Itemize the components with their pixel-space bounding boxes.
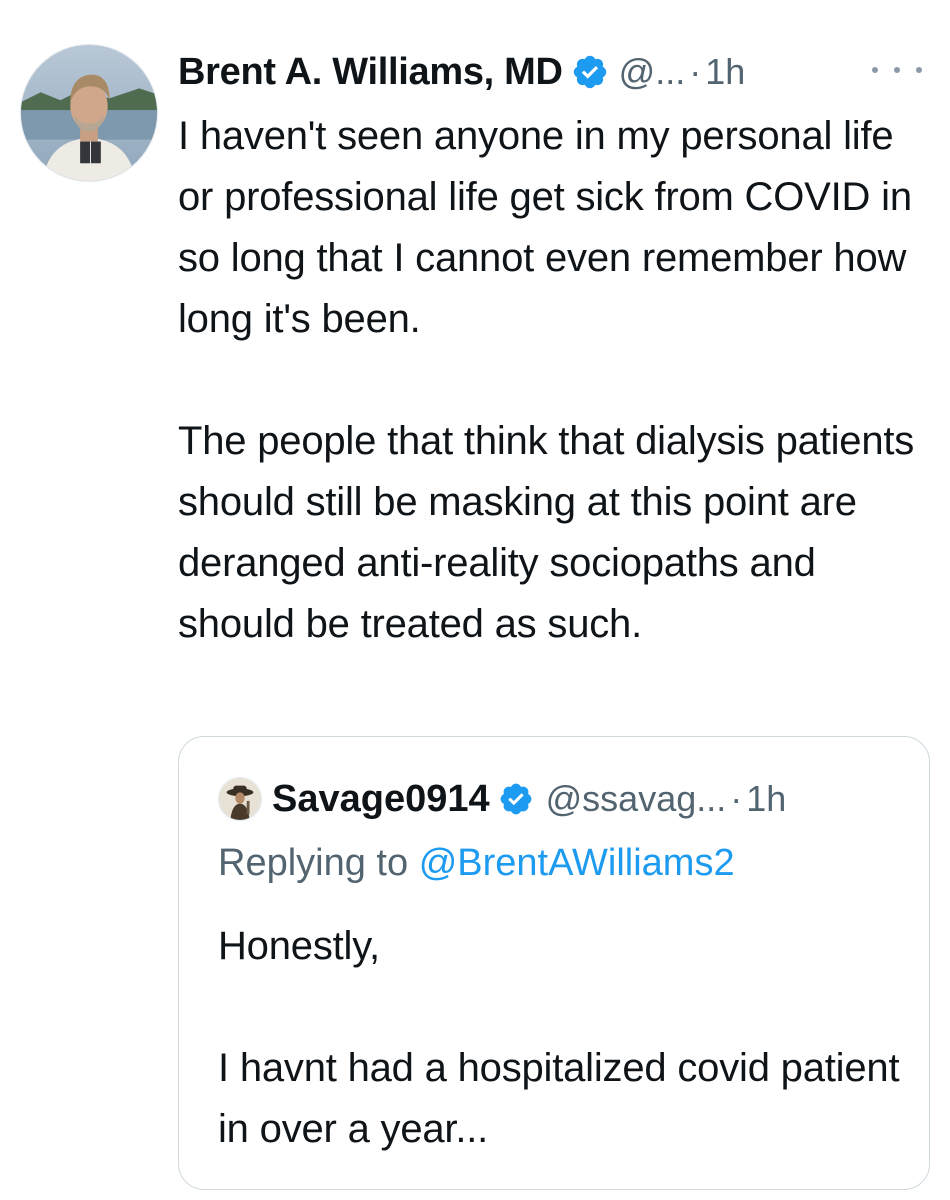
quoted-handle[interactable]: @ssavag...: [546, 778, 727, 820]
tweet[interactable]: Brent A. Williams, MD @... · 1h I haven'…: [0, 0, 950, 1200]
quoted-tweet-text: Honestly, I havnt had a hospitalized cov…: [218, 916, 908, 1160]
quoted-header-separator: ·: [730, 778, 743, 819]
verified-badge-icon: [571, 53, 609, 91]
tweet-paragraph: The people that think that dialysis pati…: [178, 419, 915, 646]
replying-to-label: Replying to: [218, 842, 409, 884]
more-options-icon[interactable]: [872, 56, 922, 84]
more-dot: [916, 67, 922, 73]
tweet-timestamp[interactable]: 1h: [705, 51, 745, 93]
header-separator: ·: [689, 51, 702, 92]
author-display-name[interactable]: Brent A. Williams, MD: [178, 51, 563, 94]
author-avatar[interactable]: [20, 44, 158, 182]
quoted-paragraph: Honestly,: [218, 924, 380, 968]
quoted-tweet-header: Savage0914 @ssavag... · 1h: [218, 772, 786, 826]
tweet-header: Brent A. Williams, MD @... · 1h: [178, 46, 745, 98]
quoted-author-avatar[interactable]: [218, 777, 262, 821]
replying-to-mention[interactable]: @BrentAWilliams2: [419, 842, 735, 884]
quoted-display-name[interactable]: Savage0914: [272, 778, 490, 821]
verified-badge-icon: [498, 781, 534, 817]
quoted-paragraph: I havnt had a hospitalized covid patient…: [218, 1046, 900, 1151]
quoted-timestamp[interactable]: 1h: [746, 778, 786, 820]
tweet-paragraph: I haven't seen anyone in my personal lif…: [178, 114, 912, 341]
more-dot: [872, 67, 878, 73]
author-handle[interactable]: @...: [619, 51, 686, 93]
more-dot: [894, 67, 900, 73]
author-avatar-photo: [21, 45, 157, 181]
replying-to: Replying to @BrentAWilliams2: [218, 842, 735, 885]
tweet-text: I haven't seen anyone in my personal lif…: [178, 106, 938, 655]
